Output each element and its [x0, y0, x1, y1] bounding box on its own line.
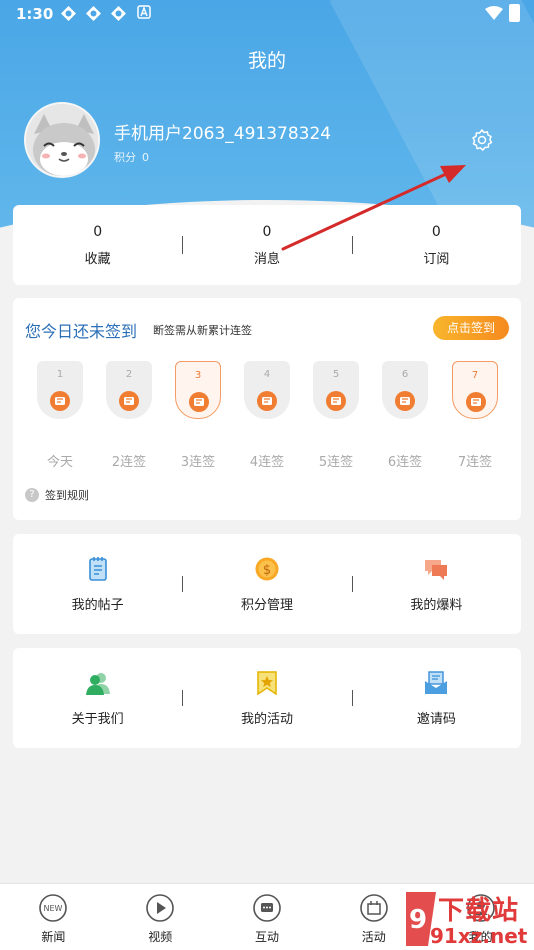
- svg-text:$: $: [263, 563, 271, 578]
- day-label: 2连签: [111, 455, 147, 470]
- notification-icon: [110, 5, 127, 22]
- day-number: 1: [56, 369, 64, 380]
- stat-messages[interactable]: 0 消息: [182, 224, 351, 267]
- settings-gear-icon[interactable]: [470, 128, 494, 152]
- menu-label: 我的爆料: [410, 598, 463, 613]
- points-label: 积分: [114, 151, 136, 164]
- stat-subscriptions[interactable]: 0 订阅: [351, 223, 521, 267]
- page-title: 我的: [247, 50, 286, 72]
- stats-card: 0 收藏 0 消息 0 订阅: [13, 205, 521, 285]
- notification-icon: [60, 5, 77, 22]
- watermark-text: 下载站: [438, 896, 520, 926]
- stat-label: 订阅: [423, 251, 450, 267]
- new-icon-text: NEW: [44, 904, 63, 913]
- user-name: 手机用户2063_491378324: [114, 124, 332, 144]
- watermark-url: 91xz.net: [430, 924, 528, 948]
- stat-label: 收藏: [84, 251, 111, 267]
- status-right: [485, 4, 520, 22]
- new-icon: NEW: [39, 894, 68, 922]
- checkin-day-3: 3: [175, 361, 221, 419]
- checkin-day-labels: 今天 2连签 3连签 4连签 5连签 6连签 7连签: [13, 451, 521, 471]
- checkin-day-2: 2: [106, 361, 152, 419]
- star-flag-icon: [257, 671, 277, 696]
- menu-points-management[interactable]: $ 积分管理: [182, 534, 351, 634]
- day-label: 6连签: [387, 455, 423, 470]
- tab-label: 视频: [148, 930, 173, 944]
- day-number: 4: [263, 369, 271, 380]
- checkin-button[interactable]: 点击签到: [433, 316, 509, 340]
- notification-icon: [85, 5, 102, 22]
- users-icon: [85, 673, 110, 695]
- checkin-day-1: 1: [37, 361, 83, 419]
- checkin-day-4: 4: [244, 361, 290, 419]
- question-icon: ?: [25, 488, 39, 502]
- day-label: 5连签: [318, 455, 354, 470]
- menu-card-1: 我的帖子 $ 积分管理 我的爆料: [13, 534, 521, 634]
- avatar[interactable]: [24, 102, 100, 178]
- coin-icon: $: [255, 557, 279, 581]
- activity-icon: [359, 894, 388, 922]
- checkin-day-7: 7: [452, 361, 498, 419]
- tab-news[interactable]: NEW 新闻: [0, 884, 107, 950]
- reward-coin-icon: [466, 392, 486, 412]
- battery-icon: [509, 4, 520, 22]
- menu-label: 我的帖子: [71, 598, 124, 613]
- menu-label: 关于我们: [71, 712, 124, 727]
- checkin-subtitle: 断签需从新累计连签: [153, 324, 252, 337]
- menu-my-tips[interactable]: 我的爆料: [351, 534, 521, 634]
- day-number: 2: [125, 369, 133, 380]
- tab-video[interactable]: 视频: [107, 884, 214, 950]
- day-label: 7连签: [457, 455, 493, 470]
- checkin-day-5: 5: [313, 361, 359, 419]
- checkin-rules-link[interactable]: ? 签到规则: [25, 487, 89, 503]
- chat-bubble-icon: [425, 560, 448, 580]
- menu-invite-code[interactable]: 邀请码: [351, 648, 521, 748]
- day-label: 4连签: [249, 455, 285, 470]
- menu-my-posts[interactable]: 我的帖子: [13, 534, 182, 634]
- wifi-icon: [485, 6, 503, 20]
- rules-label: 签到规则: [45, 489, 89, 502]
- reward-coin-icon: [189, 392, 209, 412]
- envelope-icon: [425, 671, 448, 694]
- tab-interaction[interactable]: 互动: [214, 884, 321, 950]
- stat-label: 消息: [253, 251, 280, 267]
- checkin-title: 您今日还未签到: [25, 322, 138, 341]
- status-bar: 1:30: [0, 0, 534, 28]
- checkin-days: 1 2 3 4 5 6 7: [13, 361, 521, 421]
- menu-label: 我的活动: [240, 712, 293, 727]
- reward-coin-icon: [395, 391, 415, 411]
- menu-card-2: 关于我们 我的活动 邀请码: [13, 648, 521, 748]
- tab-label: 新闻: [41, 930, 66, 944]
- message-icon: [253, 894, 281, 922]
- status-time: 1:30: [16, 5, 54, 23]
- reward-coin-icon: [119, 391, 139, 411]
- day-label: 今天: [46, 455, 73, 470]
- day-label: 3连签: [180, 455, 216, 470]
- checkin-day-6: 6: [382, 361, 428, 419]
- stat-favorites[interactable]: 0 收藏: [13, 224, 182, 267]
- notification-icons: [60, 5, 152, 22]
- reward-coin-icon: [50, 391, 70, 411]
- a-icon: [135, 5, 152, 22]
- checkin-card: 您今日还未签到 断签需从新累计连签 点击签到 1 2 3 4 5 6 7 今天 …: [13, 298, 521, 520]
- menu-label: 邀请码: [416, 712, 456, 727]
- reward-coin-icon: [257, 391, 277, 411]
- play-icon: [146, 894, 174, 922]
- svg-text:9: 9: [409, 905, 427, 935]
- points-value: 0: [142, 151, 149, 164]
- day-number: 3: [194, 370, 202, 381]
- menu-label: 积分管理: [240, 598, 293, 613]
- stat-value: 0: [262, 223, 272, 240]
- day-number: 6: [401, 369, 409, 380]
- tab-label: 互动: [254, 930, 279, 944]
- stat-value: 0: [93, 223, 103, 240]
- user-points: 积分 0: [114, 149, 155, 165]
- reward-coin-icon: [326, 391, 346, 411]
- notepad-icon: [88, 557, 107, 581]
- day-number: 5: [332, 369, 340, 380]
- menu-my-activities[interactable]: 我的活动: [182, 648, 351, 748]
- day-number: 7: [471, 370, 479, 381]
- stat-value: 0: [431, 223, 441, 240]
- menu-about-us[interactable]: 关于我们: [13, 648, 182, 748]
